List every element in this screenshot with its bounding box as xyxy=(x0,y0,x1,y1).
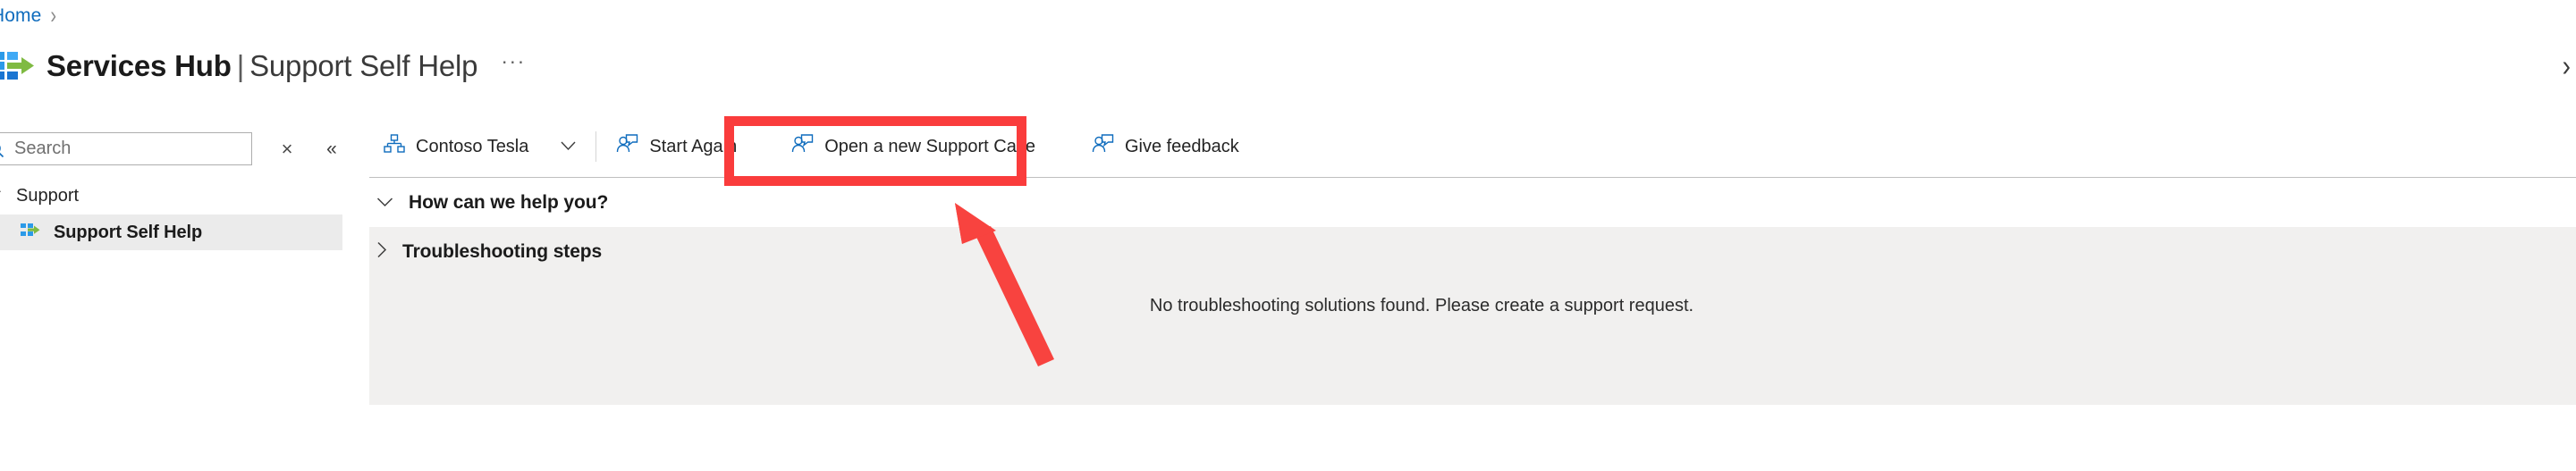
chevron-right-icon xyxy=(376,241,387,264)
toolbar-button-contoso-tesla[interactable]: Contoso Tesla xyxy=(369,124,590,169)
breadcrumb: Home › xyxy=(0,3,56,29)
page-title-app: Services Hub xyxy=(46,49,232,82)
toolbar-button-open-a-new-support-case[interactable]: Open a new Support Case xyxy=(777,124,1050,169)
main-content: How can we help you? Troubleshooting ste… xyxy=(369,178,2576,471)
section-title: How can we help you? xyxy=(409,192,609,213)
command-toolbar: Contoso Tesla Start Again Open a new Sup… xyxy=(369,116,2576,177)
chevron-right-icon: › xyxy=(50,3,57,29)
services-hub-logo-icon xyxy=(0,46,43,86)
breadcrumb-home-link[interactable]: Home xyxy=(0,4,41,28)
section-title: Troubleshooting steps xyxy=(402,241,603,262)
app-root: Home › Services Hub|Support Self Help ··… xyxy=(0,0,2576,471)
section-how-can-we-help-you[interactable]: How can we help you? xyxy=(369,178,2576,228)
close-icon[interactable]: × xyxy=(275,138,299,161)
chevron-down-icon xyxy=(376,193,393,213)
search-input[interactable] xyxy=(0,134,251,164)
sidebar-group-label: Support xyxy=(16,186,80,206)
toolbar-button-start-again[interactable]: Start Again xyxy=(602,124,751,169)
page-title-pipe: | xyxy=(236,49,245,82)
support-case-icon xyxy=(616,134,638,159)
chevron-down-icon xyxy=(561,138,576,156)
toolbar-button-give-feedback[interactable]: Give feedback xyxy=(1077,124,1254,169)
toolbar-divider xyxy=(595,131,597,162)
page-overflow-menu-button[interactable]: ··· xyxy=(501,43,525,79)
troubleshooting-panel: Troubleshooting steps No troubleshooting… xyxy=(369,227,2576,405)
page-title-section: Support Self Help xyxy=(249,49,478,82)
panel-expand-chevron-icon[interactable]: › xyxy=(2563,49,2571,83)
sidebar-item-label: Support Self Help xyxy=(54,222,203,242)
support-self-help-icon xyxy=(20,222,41,244)
page-title: Services Hub | Support Self Help xyxy=(46,48,478,84)
sidebar-search-row: × « xyxy=(0,132,343,165)
support-case-icon xyxy=(791,134,814,159)
search-icon xyxy=(0,141,4,163)
toolbar-button-label: Open a new Support Case xyxy=(824,136,1035,156)
support-case-icon xyxy=(1092,134,1114,159)
toolbar-button-label: Give feedback xyxy=(1124,136,1239,156)
chevron-down-icon xyxy=(0,187,2,206)
page-header: Services Hub | Support Self Help ··· xyxy=(0,46,526,86)
toolbar-button-label: Start Again xyxy=(649,136,738,156)
search-box[interactable] xyxy=(0,132,252,165)
chevron-double-left-icon[interactable]: « xyxy=(320,138,343,161)
org-hierarchy-icon xyxy=(384,134,405,159)
sidebar-group-support[interactable]: Support xyxy=(0,186,79,206)
sidebar: × « Support Support Self Help xyxy=(0,116,368,471)
toolbar-button-label: Contoso Tesla xyxy=(416,136,529,156)
sidebar-item-support-self-help[interactable]: Support Self Help xyxy=(0,214,342,250)
empty-state-message: No troubleshooting solutions found. Plea… xyxy=(1149,296,1694,315)
section-troubleshooting-steps[interactable]: Troubleshooting steps xyxy=(369,227,2576,277)
